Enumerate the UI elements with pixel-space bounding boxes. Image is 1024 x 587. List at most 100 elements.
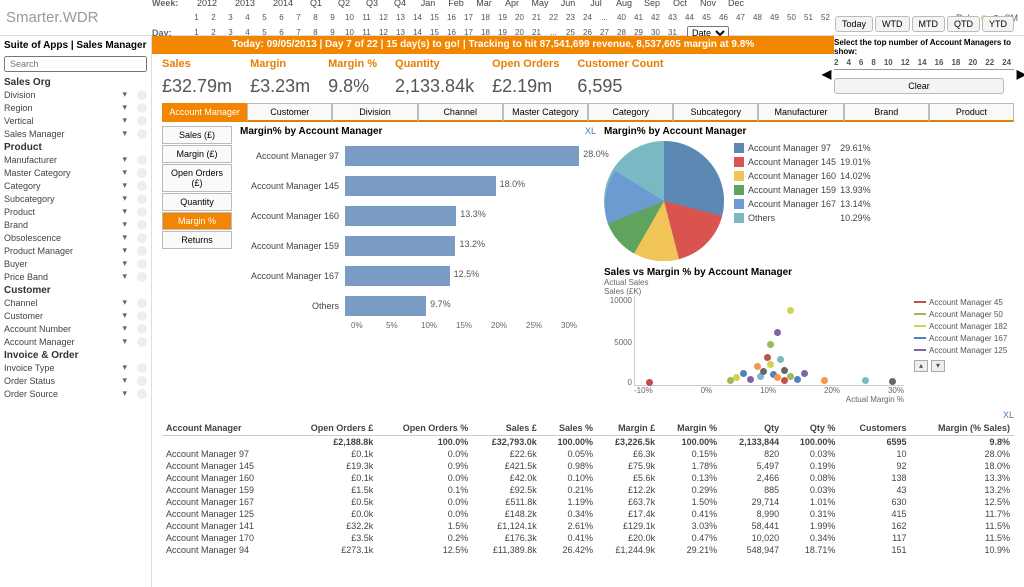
- week-cell[interactable]: 47: [732, 13, 749, 22]
- clear-filter-icon[interactable]: [137, 233, 147, 243]
- dimension-tab[interactable]: Product: [929, 103, 1014, 122]
- metric-button[interactable]: Margin %: [162, 212, 232, 230]
- clear-filter-icon[interactable]: [137, 363, 147, 373]
- time-range-button[interactable]: Today: [835, 16, 873, 32]
- sidebar-filter-item[interactable]: Region▾: [4, 101, 147, 114]
- chevron-down-icon[interactable]: ▾: [122, 323, 127, 334]
- quarter-cell[interactable]: Q3: [358, 0, 386, 8]
- table-header[interactable]: Sales £: [472, 421, 541, 436]
- clear-filter-icon[interactable]: [137, 376, 147, 386]
- week-cell[interactable]: 9: [324, 13, 341, 22]
- week-cell[interactable]: 42: [647, 13, 664, 22]
- week-cell[interactable]: 45: [698, 13, 715, 22]
- sidebar-filter-item[interactable]: Sales Manager▾: [4, 127, 147, 140]
- month-cell[interactable]: Nov: [694, 0, 722, 8]
- month-cell[interactable]: Aug: [610, 0, 638, 8]
- month-cell[interactable]: Mar: [470, 0, 498, 8]
- table-header[interactable]: Customers: [839, 421, 910, 436]
- clear-filter-icon[interactable]: [137, 220, 147, 230]
- week-cell[interactable]: 3: [222, 13, 239, 22]
- week-cell[interactable]: 12: [375, 13, 392, 22]
- sidebar-filter-item[interactable]: Invoice Type▾: [4, 361, 147, 374]
- metric-button[interactable]: Returns: [162, 231, 232, 249]
- time-range-button[interactable]: YTD: [982, 16, 1014, 32]
- week-cell[interactable]: 24: [579, 13, 596, 22]
- month-cell[interactable]: Jan: [414, 0, 442, 8]
- chevron-down-icon[interactable]: ▾: [931, 360, 945, 372]
- month-cell[interactable]: Feb: [442, 0, 470, 8]
- month-cell[interactable]: Oct: [666, 0, 694, 8]
- sidebar-filter-item[interactable]: Product▾: [4, 205, 147, 218]
- week-cell[interactable]: 1: [188, 13, 205, 22]
- week-cell[interactable]: 19: [494, 13, 511, 22]
- week-cell[interactable]: 51: [800, 13, 817, 22]
- chevron-down-icon[interactable]: ▾: [122, 102, 127, 113]
- week-cell[interactable]: 48: [749, 13, 766, 22]
- week-cell[interactable]: 5: [256, 13, 273, 22]
- week-cell[interactable]: 21: [528, 13, 545, 22]
- sidebar-filter-item[interactable]: Account Manager▾: [4, 335, 147, 348]
- sidebar-filter-item[interactable]: Subcategory▾: [4, 192, 147, 205]
- table-row[interactable]: Account Manager 141£32.2k1.5%£1,124.1k2.…: [162, 520, 1014, 532]
- year-cell[interactable]: 2012: [188, 0, 226, 8]
- table-row[interactable]: Account Manager 170£3.5k0.2%£176.3k0.41%…: [162, 532, 1014, 544]
- chevron-down-icon[interactable]: ▾: [122, 154, 127, 165]
- table-row[interactable]: Account Manager 125£0.0k0.0%£148.2k0.34%…: [162, 508, 1014, 520]
- chevron-down-icon[interactable]: ▾: [122, 310, 127, 321]
- clear-filter-icon[interactable]: [137, 103, 147, 113]
- sidebar-filter-item[interactable]: Account Number▾: [4, 322, 147, 335]
- week-cell[interactable]: 18: [477, 13, 494, 22]
- month-cell[interactable]: May: [526, 0, 554, 8]
- week-cell[interactable]: 2: [205, 13, 222, 22]
- sidebar-filter-item[interactable]: Vertical▾: [4, 114, 147, 127]
- clear-filter-icon[interactable]: [137, 324, 147, 334]
- week-cell[interactable]: 50: [783, 13, 800, 22]
- week-cell[interactable]: 8: [307, 13, 324, 22]
- table-header[interactable]: Margin £: [597, 421, 659, 436]
- week-cell[interactable]: 22: [545, 13, 562, 22]
- clear-filter-icon[interactable]: [137, 129, 147, 139]
- week-cell[interactable]: 40: [613, 13, 630, 22]
- table-header[interactable]: Account Manager: [162, 421, 286, 436]
- sidebar-filter-item[interactable]: Channel▾: [4, 296, 147, 309]
- clear-filter-icon[interactable]: [137, 194, 147, 204]
- clear-filter-icon[interactable]: [137, 337, 147, 347]
- table-header[interactable]: Qty %: [783, 421, 839, 436]
- week-cell[interactable]: 46: [715, 13, 732, 22]
- chevron-down-icon[interactable]: ▾: [122, 206, 127, 217]
- dimension-tab[interactable]: Customer: [247, 103, 332, 122]
- week-cell[interactable]: 7: [290, 13, 307, 22]
- dimension-tab[interactable]: Account Manager: [162, 103, 247, 122]
- time-range-button[interactable]: QTD: [947, 16, 980, 32]
- week-cell[interactable]: 14: [409, 13, 426, 22]
- dimension-tab[interactable]: Channel: [418, 103, 503, 122]
- table-row[interactable]: Account Manager 159£1.5k0.1%£92.5k0.21%£…: [162, 484, 1014, 496]
- chevron-down-icon[interactable]: ▾: [122, 115, 127, 126]
- table-row[interactable]: Account Manager 94£273.1k12.5%£11,389.8k…: [162, 544, 1014, 556]
- dimension-tab[interactable]: Category: [588, 103, 673, 122]
- chevron-down-icon[interactable]: ▾: [122, 336, 127, 347]
- sidebar-filter-item[interactable]: Manufacturer▾: [4, 153, 147, 166]
- clear-filter-icon[interactable]: [137, 155, 147, 165]
- clear-filter-icon[interactable]: [137, 207, 147, 217]
- week-cell[interactable]: 13: [392, 13, 409, 22]
- chevron-down-icon[interactable]: ▾: [122, 245, 127, 256]
- chevron-down-icon[interactable]: ▾: [122, 297, 127, 308]
- month-cell[interactable]: Apr: [498, 0, 526, 8]
- week-cell[interactable]: 4: [239, 13, 256, 22]
- chevron-down-icon[interactable]: ▾: [122, 167, 127, 178]
- chevron-down-icon[interactable]: ▾: [122, 219, 127, 230]
- sidebar-filter-item[interactable]: Product Manager▾: [4, 244, 147, 257]
- sidebar-filter-item[interactable]: Price Band▾: [4, 270, 147, 283]
- sidebar-filter-item[interactable]: Master Category▾: [4, 166, 147, 179]
- quarter-cell[interactable]: Q2: [330, 0, 358, 8]
- chevron-down-icon[interactable]: ▾: [122, 89, 127, 100]
- quarter-cell[interactable]: Q4: [386, 0, 414, 8]
- week-cell[interactable]: 15: [426, 13, 443, 22]
- search-input[interactable]: [4, 56, 147, 72]
- time-range-button[interactable]: MTD: [912, 16, 946, 32]
- time-range-button[interactable]: WTD: [875, 16, 910, 32]
- metric-button[interactable]: Margin (£): [162, 145, 232, 163]
- sidebar-filter-item[interactable]: Obsolescence▾: [4, 231, 147, 244]
- metric-button[interactable]: Sales (£): [162, 126, 232, 144]
